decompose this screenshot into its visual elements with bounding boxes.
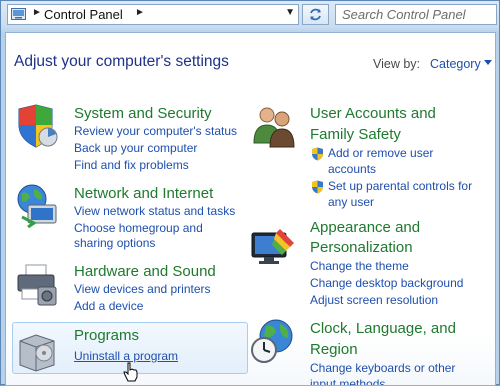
link-parental-controls[interactable]: Set up parental controls for bbox=[328, 178, 472, 195]
link-sharing-options[interactable]: sharing options bbox=[74, 235, 155, 252]
view-by-label: View by: bbox=[373, 57, 421, 71]
breadcrumb-separator[interactable]: ► bbox=[32, 7, 42, 18]
programs-box-icon[interactable] bbox=[14, 327, 60, 373]
link-add-remove-user[interactable]: Add or remove user bbox=[328, 145, 433, 162]
link-network-status[interactable]: View network status and tasks bbox=[74, 203, 235, 220]
category-hardware-sound: Hardware and Sound View devices and prin… bbox=[14, 261, 249, 319]
category-appearance: Appearance and Personalization Change th… bbox=[250, 217, 495, 307]
page-title: Adjust your computer's settings bbox=[14, 53, 229, 70]
link-change-theme[interactable]: Change the theme bbox=[310, 258, 409, 275]
refresh-icon bbox=[310, 8, 321, 21]
link-find-fix-problems[interactable]: Find and fix problems bbox=[74, 157, 189, 174]
control-panel-icon bbox=[11, 8, 26, 20]
uac-shield-icon bbox=[312, 180, 323, 194]
category-clock-language-region: Clock, Language, and Region Change keybo… bbox=[250, 318, 495, 385]
monitor-paint-icon[interactable] bbox=[250, 225, 296, 271]
category-title[interactable]: Hardware and Sound bbox=[74, 261, 216, 282]
search-input[interactable] bbox=[342, 6, 492, 23]
category-network-internet: Network and Internet View network status… bbox=[14, 183, 249, 253]
link-desktop-background[interactable]: Change desktop background bbox=[310, 275, 463, 292]
address-bar[interactable]: ► Control Panel ► ▼ bbox=[7, 4, 299, 25]
chevron-down-icon[interactable] bbox=[484, 60, 492, 65]
content-pane: Adjust your computer's settings View by:… bbox=[5, 32, 496, 386]
category-title-line2[interactable]: Family Safety bbox=[310, 124, 401, 145]
link-accounts[interactable]: accounts bbox=[328, 161, 376, 178]
category-title[interactable]: System and Security bbox=[74, 103, 212, 124]
shield-icon[interactable] bbox=[14, 103, 60, 149]
printer-icon[interactable] bbox=[14, 261, 60, 307]
link-backup[interactable]: Back up your computer bbox=[74, 140, 197, 157]
link-change-keyboards[interactable]: Change keyboards or other bbox=[310, 360, 455, 377]
breadcrumb-control-panel[interactable]: Control Panel bbox=[44, 7, 123, 22]
category-title-line1[interactable]: Clock, Language, and bbox=[310, 318, 456, 339]
window-frame: ► Control Panel ► ▼ Adjust your computer… bbox=[0, 0, 500, 386]
link-review-status[interactable]: Review your computer's status bbox=[74, 123, 237, 140]
category-title[interactable]: Network and Internet bbox=[74, 183, 213, 204]
breadcrumb-separator[interactable]: ► bbox=[135, 7, 145, 18]
address-dropdown-button[interactable]: ▼ bbox=[285, 7, 295, 18]
search-box[interactable] bbox=[335, 4, 497, 25]
globe-clock-icon[interactable] bbox=[250, 318, 296, 364]
category-system-security: System and Security Review your computer… bbox=[14, 103, 249, 173]
category-title-line1[interactable]: User Accounts and bbox=[310, 103, 436, 124]
users-icon[interactable] bbox=[250, 103, 296, 149]
uac-shield-icon bbox=[312, 147, 323, 161]
refresh-button[interactable] bbox=[302, 4, 329, 25]
link-screen-resolution[interactable]: Adjust screen resolution bbox=[310, 292, 438, 309]
link-add-device[interactable]: Add a device bbox=[74, 298, 143, 315]
network-globe-icon[interactable] bbox=[14, 183, 60, 229]
category-title-line2[interactable]: Personalization bbox=[310, 237, 413, 258]
category-title[interactable]: Programs bbox=[74, 325, 139, 346]
link-devices-printers[interactable]: View devices and printers bbox=[74, 281, 211, 298]
category-title-line1[interactable]: Appearance and bbox=[310, 217, 420, 238]
link-any-user[interactable]: any user bbox=[328, 194, 374, 211]
hand-cursor-icon bbox=[123, 362, 138, 382]
view-by-dropdown[interactable]: Category bbox=[430, 57, 481, 71]
category-user-accounts: User Accounts and Family Safety Add or r… bbox=[250, 103, 495, 211]
category-title-line2[interactable]: Region bbox=[310, 339, 358, 360]
